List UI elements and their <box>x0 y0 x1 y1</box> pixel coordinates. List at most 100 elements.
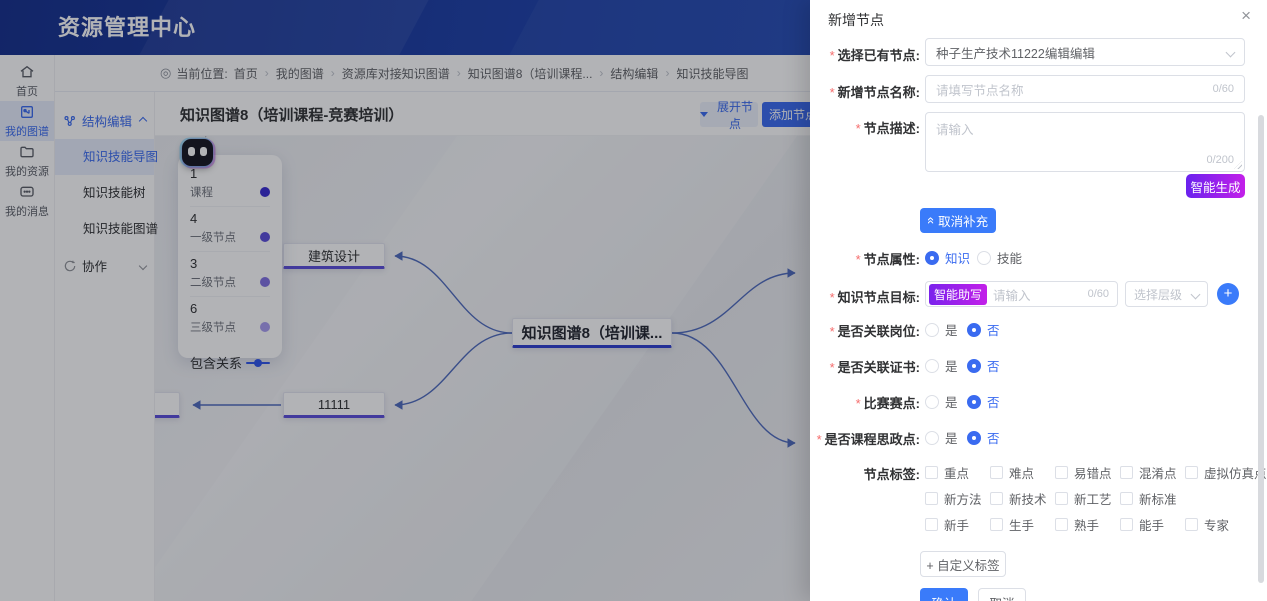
radio-dot <box>925 431 939 445</box>
radio-label: 是 <box>945 356 958 375</box>
radio-dot <box>967 395 981 409</box>
checkbox-box <box>1120 492 1133 505</box>
radio-knowledge[interactable]: 知识 <box>925 248 970 267</box>
radio-match-point-yes[interactable]: 是 <box>925 392 958 411</box>
checkbox-tag[interactable]: 新手 <box>925 515 969 534</box>
checkbox-tag[interactable]: 新方法 <box>925 489 982 508</box>
radio-label: 否 <box>987 320 1000 339</box>
checkbox-tag[interactable]: 熟手 <box>1055 515 1099 534</box>
modal-overlay[interactable] <box>0 0 810 601</box>
required-asterisk: * <box>830 85 835 100</box>
checkbox-label: 熟手 <box>1074 515 1099 534</box>
radio-label: 是 <box>945 320 958 339</box>
char-counter: 0/60 <box>1213 83 1234 95</box>
checkbox-box <box>1185 466 1198 479</box>
required-asterisk: * <box>817 432 822 447</box>
radio-dot <box>925 359 939 373</box>
radio-ideology-no[interactable]: 否 <box>967 428 1000 447</box>
radio-skill[interactable]: 技能 <box>977 248 1022 267</box>
ai-assist-badge[interactable]: 智能助写 <box>929 284 987 305</box>
checkbox-label: 新工艺 <box>1074 489 1112 508</box>
checkbox-tag[interactable]: 易错点 <box>1055 463 1112 482</box>
radio-label: 知识 <box>945 248 970 267</box>
radio-label: 否 <box>987 428 1000 447</box>
radio-match-point-no[interactable]: 否 <box>967 392 1000 411</box>
checkbox-tag[interactable]: 难点 <box>990 463 1034 482</box>
checkbox-label: 易错点 <box>1074 463 1112 482</box>
checkbox-box <box>990 518 1003 531</box>
cancel-supplement-button[interactable]: « 取消补充 <box>920 208 996 233</box>
radio-label: 否 <box>987 392 1000 411</box>
checkbox-label: 能手 <box>1139 515 1164 534</box>
custom-tag-button[interactable]: + 自定义标签 <box>920 551 1006 577</box>
cancel-button[interactable]: 取消 <box>978 588 1026 601</box>
field-label-match-point: *比赛赛点: <box>814 393 920 412</box>
field-label-ideology-point: *是否课程思政点: <box>814 429 920 448</box>
checkbox-box <box>1120 518 1133 531</box>
checkbox-box <box>925 518 938 531</box>
checkbox-label: 新技术 <box>1009 489 1047 508</box>
field-label-assoc-cert: *是否关联证书: <box>814 357 920 376</box>
checkbox-label: 新手 <box>944 515 969 534</box>
node-goal-input[interactable]: 智能助写 请输入 0/60 <box>925 281 1118 307</box>
resize-grip[interactable] <box>1234 161 1242 169</box>
radio-assoc-post-no[interactable]: 否 <box>967 320 1000 339</box>
checkbox-box <box>1055 492 1068 505</box>
required-asterisk: * <box>830 48 835 63</box>
checkbox-box <box>1185 518 1198 531</box>
radio-assoc-cert-yes[interactable]: 是 <box>925 356 958 375</box>
checkbox-tag[interactable]: 混淆点 <box>1120 463 1177 482</box>
radio-assoc-cert-no[interactable]: 否 <box>967 356 1000 375</box>
drawer-scrollbar[interactable] <box>1258 115 1264 583</box>
checkbox-tag[interactable]: 生手 <box>990 515 1034 534</box>
checkbox-tag[interactable]: 能手 <box>1120 515 1164 534</box>
app-root: 资源管理中心 首页 我的图谱 我的资源 我的消息 ◎ 当前位置: 首页 › 我的… <box>0 0 1267 601</box>
radio-dot <box>925 251 939 265</box>
radio-assoc-post-yes[interactable]: 是 <box>925 320 958 339</box>
required-asterisk: * <box>856 121 861 136</box>
radio-ideology-yes[interactable]: 是 <box>925 428 958 447</box>
field-label-assoc-post: *是否关联岗位: <box>814 321 920 340</box>
node-desc-textarea[interactable]: 请输入 0/200 <box>925 112 1245 172</box>
radio-dot <box>967 323 981 337</box>
radio-label: 是 <box>945 428 958 447</box>
field-label-node-attr: *节点属性: <box>814 249 920 268</box>
radio-dot <box>925 395 939 409</box>
checkbox-label: 重点 <box>944 463 969 482</box>
required-asterisk: * <box>856 396 861 411</box>
checkbox-label: 新标准 <box>1139 489 1177 508</box>
char-counter: 0/200 <box>1206 154 1234 166</box>
checkbox-tag[interactable]: 虚拟仿真点 <box>1185 463 1267 482</box>
field-label-node-desc: *节点描述: <box>814 118 920 137</box>
add-goal-button[interactable]: + <box>1217 283 1239 305</box>
textarea-placeholder: 请输入 <box>936 119 974 138</box>
level-select[interactable]: 选择层级 <box>1125 281 1208 307</box>
checkbox-tag[interactable]: 专家 <box>1185 515 1229 534</box>
checkbox-tag[interactable]: 新技术 <box>990 489 1047 508</box>
checkbox-box <box>925 466 938 479</box>
required-asterisk: * <box>830 290 835 305</box>
char-counter: 0/60 <box>1088 288 1109 300</box>
checkbox-label: 难点 <box>1009 463 1034 482</box>
checkbox-label: 新方法 <box>944 489 982 508</box>
checkbox-label: 混淆点 <box>1139 463 1177 482</box>
required-asterisk: * <box>830 324 835 339</box>
existing-node-select[interactable]: 种子生产技术11222编辑编辑 <box>925 38 1245 66</box>
ai-generate-button[interactable]: 智能生成 <box>1186 174 1245 198</box>
confirm-button[interactable]: 确认 <box>920 588 968 601</box>
field-label-node-tags: 节点标签: <box>814 464 920 483</box>
select-placeholder: 选择层级 <box>1134 286 1182 303</box>
checkbox-tag[interactable]: 重点 <box>925 463 969 482</box>
close-icon[interactable]: × <box>1241 6 1251 26</box>
radio-dot <box>967 359 981 373</box>
field-label-node-name: *新增节点名称: <box>814 82 920 101</box>
required-asterisk: * <box>830 360 835 375</box>
checkbox-tag[interactable]: 新标准 <box>1120 489 1177 508</box>
input-placeholder: 请输入 <box>993 285 1031 304</box>
drawer-title: 新增节点 <box>828 10 884 30</box>
chevron-down-icon <box>1226 47 1236 57</box>
checkbox-tag[interactable]: 新工艺 <box>1055 489 1112 508</box>
chevron-down-icon <box>1191 289 1201 299</box>
node-name-input[interactable]: 请填写节点名称 0/60 <box>925 75 1245 103</box>
field-label-select-node: *选择已有节点: <box>814 45 920 64</box>
